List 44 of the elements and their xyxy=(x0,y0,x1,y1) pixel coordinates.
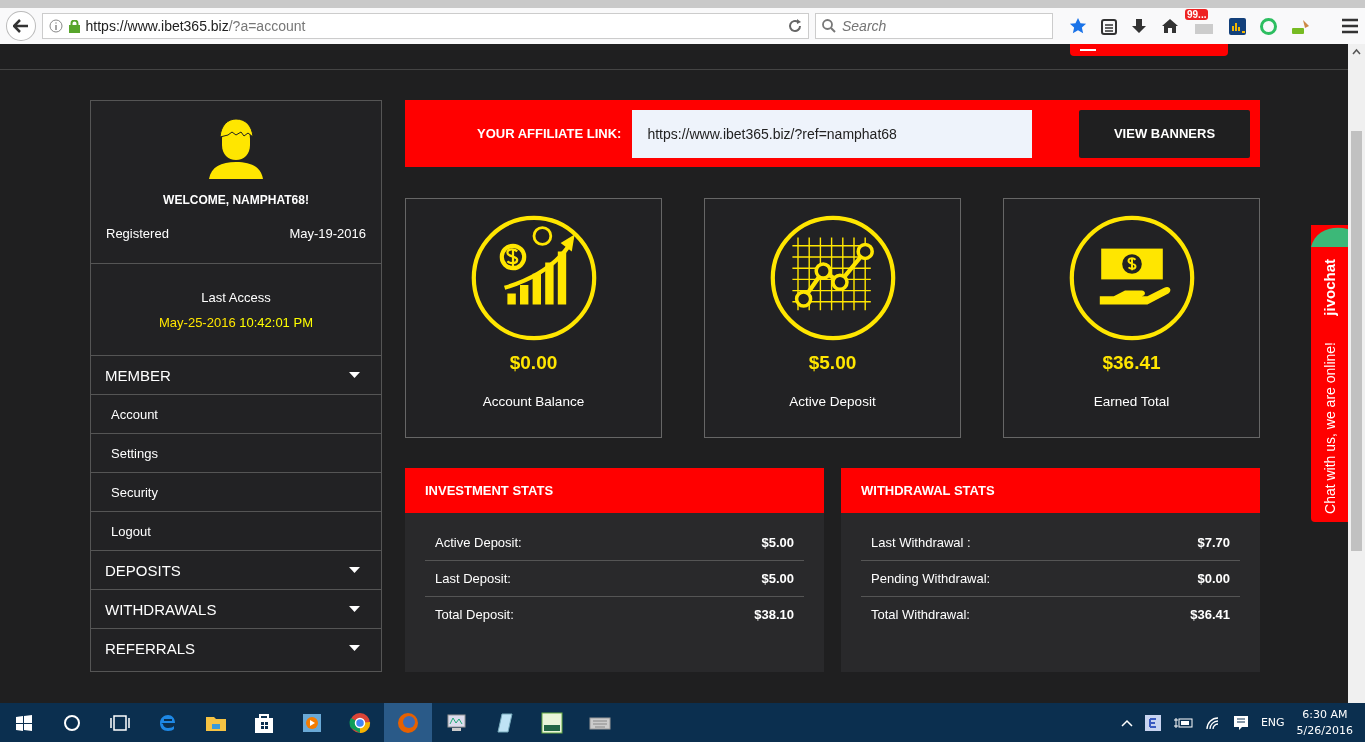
stat-value: $38.10 xyxy=(754,607,794,622)
menu-section[interactable]: DEPOSITS xyxy=(91,551,381,590)
menu-section[interactable]: REFERRALS xyxy=(91,629,381,667)
amount-text: $0.00 xyxy=(509,352,558,374)
affiliate-link-field[interactable]: https://www.ibet365.biz/?ref=namphat68 xyxy=(632,109,1033,158)
menu-item[interactable]: Logout xyxy=(91,512,381,551)
stat-value: $5.00 xyxy=(761,535,794,550)
chat-message[interactable]: Chat with us, we are online! xyxy=(1321,341,1338,514)
stat-label: Total Deposit: xyxy=(435,607,514,622)
address-bar[interactable]: https://www.ibet365.biz/?a=account xyxy=(41,13,809,39)
menu-item[interactable]: Security xyxy=(91,473,381,512)
card-label: Active Deposit xyxy=(789,394,876,409)
stat-label: Pending Withdrawal: xyxy=(871,571,991,586)
stat-label: Active Deposit: xyxy=(435,535,522,550)
menu-item[interactable]: Account xyxy=(91,395,381,434)
url-text: https://www.ibet365.biz/?a=account xyxy=(85,18,307,34)
menu-section[interactable]: MEMBER xyxy=(91,356,381,395)
last-access-label: Last Access xyxy=(201,289,271,305)
search-field[interactable]: Search xyxy=(815,13,1053,39)
stat-label: Last Deposit: xyxy=(435,571,511,586)
amount-text: $36.41 xyxy=(1102,352,1161,374)
stat-label: Total Withdrawal: xyxy=(871,607,970,622)
view-banners-button[interactable]: VIEW BANNERS xyxy=(1079,109,1250,158)
last-access-datetime: May-25-2016 10:42:01 PM xyxy=(159,314,313,330)
welcome-text: WELCOME, NAMPHAT68! xyxy=(163,193,309,207)
stat-value: $36.41 xyxy=(1190,607,1230,622)
clock[interactable]: 6:30 AM 5/26/2016 xyxy=(1296,706,1353,739)
amount-text: $5.00 xyxy=(808,352,857,374)
panel-title: INVESTMENT STATS xyxy=(405,468,824,513)
card-label: Account Balance xyxy=(482,394,585,409)
stat-label: Last Withdrawal : xyxy=(871,535,971,550)
chat-brand[interactable]: jivochat xyxy=(1321,259,1338,316)
language-indicator[interactable]: ENG xyxy=(1260,716,1285,729)
panel-title: WITHDRAWAL STATS xyxy=(841,468,1260,513)
stat-value: $0.00 xyxy=(1197,571,1230,586)
stat-value: $7.70 xyxy=(1197,535,1230,550)
notification-count: 99... xyxy=(1185,9,1209,20)
menu-section[interactable]: WITHDRAWALS xyxy=(91,590,381,629)
registered-label: Registered xyxy=(106,226,169,241)
menu-item[interactable]: Settings xyxy=(91,434,381,473)
card-label: Earned Total xyxy=(1093,394,1170,409)
stat-value: $5.00 xyxy=(761,571,794,586)
affiliate-label: YOUR AFFILIATE LINK: xyxy=(477,126,622,141)
registered-date: May-19-2016 xyxy=(289,226,366,241)
